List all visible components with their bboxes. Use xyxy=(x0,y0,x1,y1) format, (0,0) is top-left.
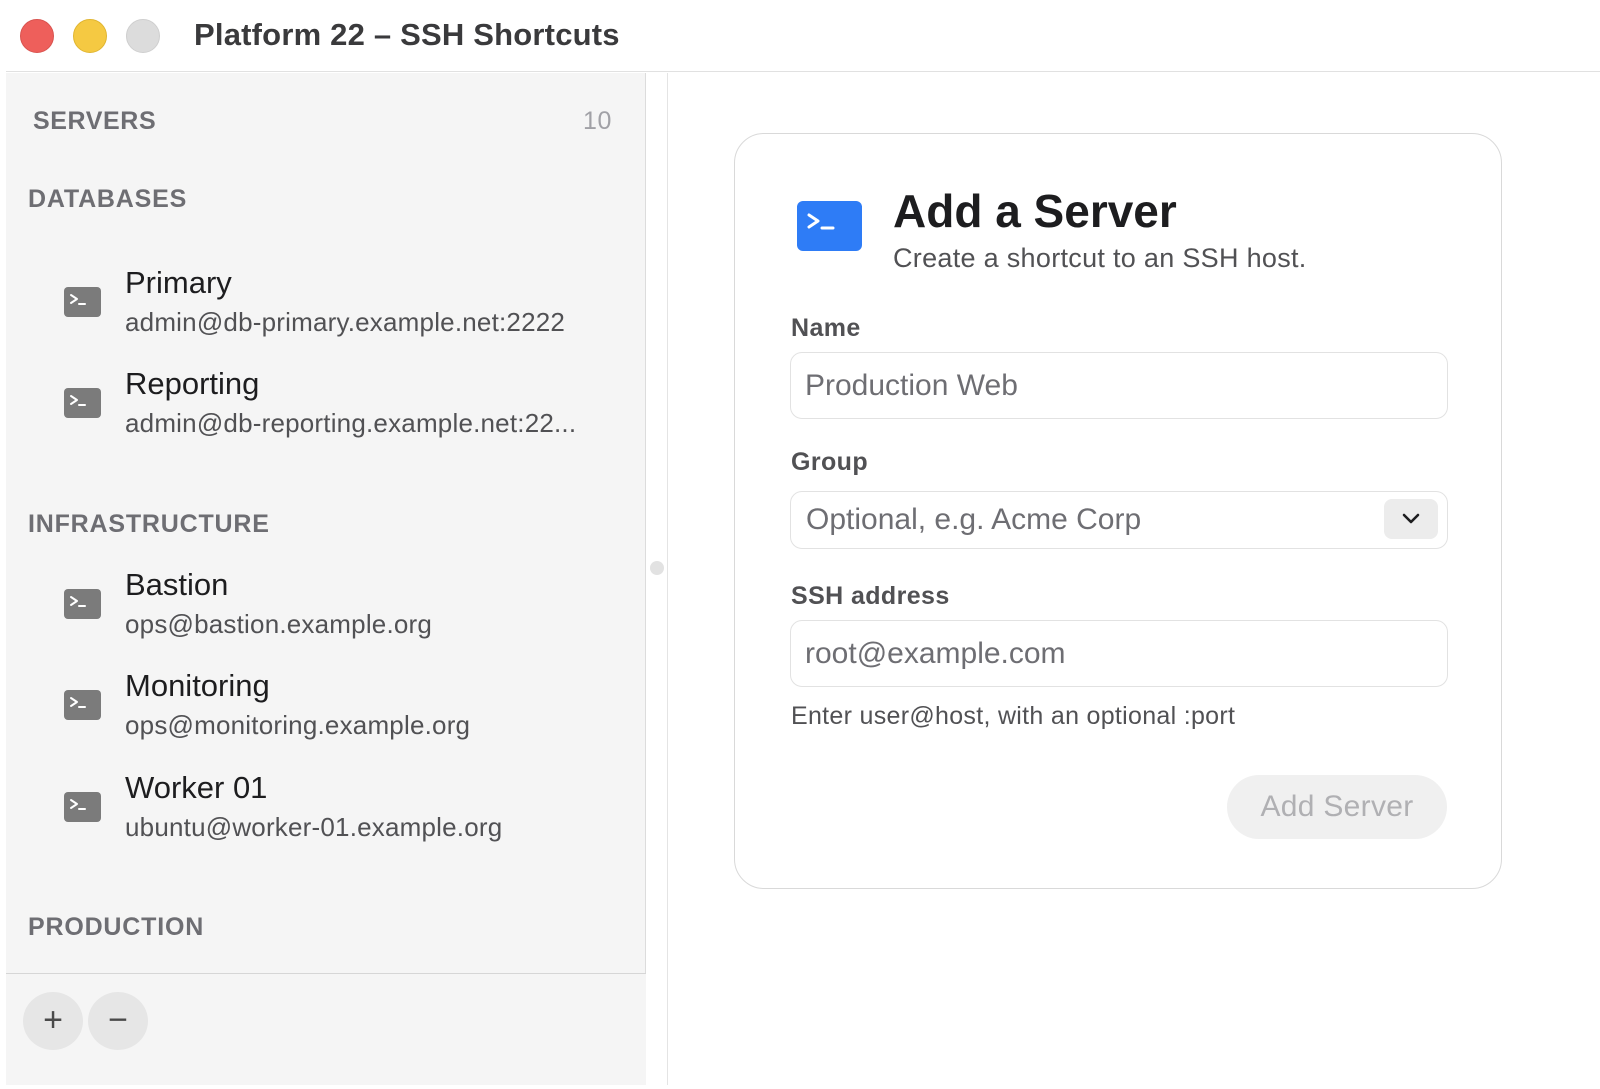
remove-server-button[interactable]: − xyxy=(88,992,148,1050)
form-subtitle: Create a shortcut to an SSH host. xyxy=(893,243,1307,273)
terminal-icon xyxy=(64,792,101,822)
group-select-value: Optional, e.g. Acme Corp xyxy=(806,503,1142,536)
group-label: Group xyxy=(791,448,868,476)
server-address: admin@db-primary.example.net:2222 xyxy=(125,307,566,337)
chevron-down-icon[interactable] xyxy=(1384,499,1438,539)
terminal-icon xyxy=(797,201,862,251)
name-input[interactable] xyxy=(790,352,1448,419)
terminal-icon xyxy=(64,388,101,418)
server-item-monitoring[interactable]: Monitoring ops@monitoring.example.org xyxy=(46,668,626,754)
server-item-primary[interactable]: Primary admin@db-primary.example.net:222… xyxy=(46,265,626,351)
divider-handle[interactable] xyxy=(650,561,664,575)
group-label-production[interactable]: PRODUCTION xyxy=(28,913,204,942)
server-name: Bastion xyxy=(125,567,229,602)
minimize-window-button[interactable] xyxy=(73,19,107,53)
server-item-bastion[interactable]: Bastion ops@bastion.example.org xyxy=(46,567,626,653)
ssh-address-label: SSH address xyxy=(791,582,950,610)
group-label-infrastructure[interactable]: INFRASTRUCTURE xyxy=(28,510,270,539)
server-item-worker-01[interactable]: Worker 01 ubuntu@worker-01.example.org xyxy=(46,770,626,856)
sidebar-footer: + − xyxy=(6,973,646,1085)
group-label-databases[interactable]: DATABASES xyxy=(28,185,187,214)
add-server-button[interactable]: + xyxy=(23,992,83,1050)
app-window: Platform 22 – SSH Shortcuts SERVERS 10 D… xyxy=(6,0,1600,1085)
ssh-address-help: Enter user@host, with an optional :port xyxy=(791,702,1236,730)
server-name: Monitoring xyxy=(125,668,270,703)
split-view-divider[interactable] xyxy=(646,73,668,1085)
server-count: 10 xyxy=(582,107,612,135)
title-bar: Platform 22 – SSH Shortcuts xyxy=(6,0,1600,72)
terminal-icon xyxy=(64,287,101,317)
form-title: Add a Server xyxy=(893,185,1177,237)
group-select[interactable]: Optional, e.g. Acme Corp xyxy=(790,491,1448,549)
sidebar-header: SERVERS xyxy=(33,107,157,135)
zoom-window-button[interactable] xyxy=(126,19,160,53)
add-server-form: Add a Server Create a shortcut to an SSH… xyxy=(734,133,1502,889)
server-name: Primary xyxy=(125,265,232,300)
server-address: admin@db-reporting.example.net:22... xyxy=(125,408,577,438)
server-address: ops@monitoring.example.org xyxy=(125,710,471,740)
server-name: Reporting xyxy=(125,366,260,401)
sidebar: SERVERS 10 DATABASES Primary admin@db-pr… xyxy=(6,73,646,1085)
terminal-icon xyxy=(64,690,101,720)
server-address: ubuntu@worker-01.example.org xyxy=(125,812,503,842)
server-name: Worker 01 xyxy=(125,770,268,805)
name-label: Name xyxy=(791,314,861,342)
terminal-icon xyxy=(64,589,101,619)
add-server-submit-button[interactable]: Add Server xyxy=(1227,775,1447,839)
window-title: Platform 22 – SSH Shortcuts xyxy=(194,17,620,52)
close-window-button[interactable] xyxy=(20,19,54,53)
ssh-address-input[interactable] xyxy=(790,620,1448,687)
server-address: ops@bastion.example.org xyxy=(125,609,433,639)
server-item-reporting[interactable]: Reporting admin@db-reporting.example.net… xyxy=(46,366,626,452)
